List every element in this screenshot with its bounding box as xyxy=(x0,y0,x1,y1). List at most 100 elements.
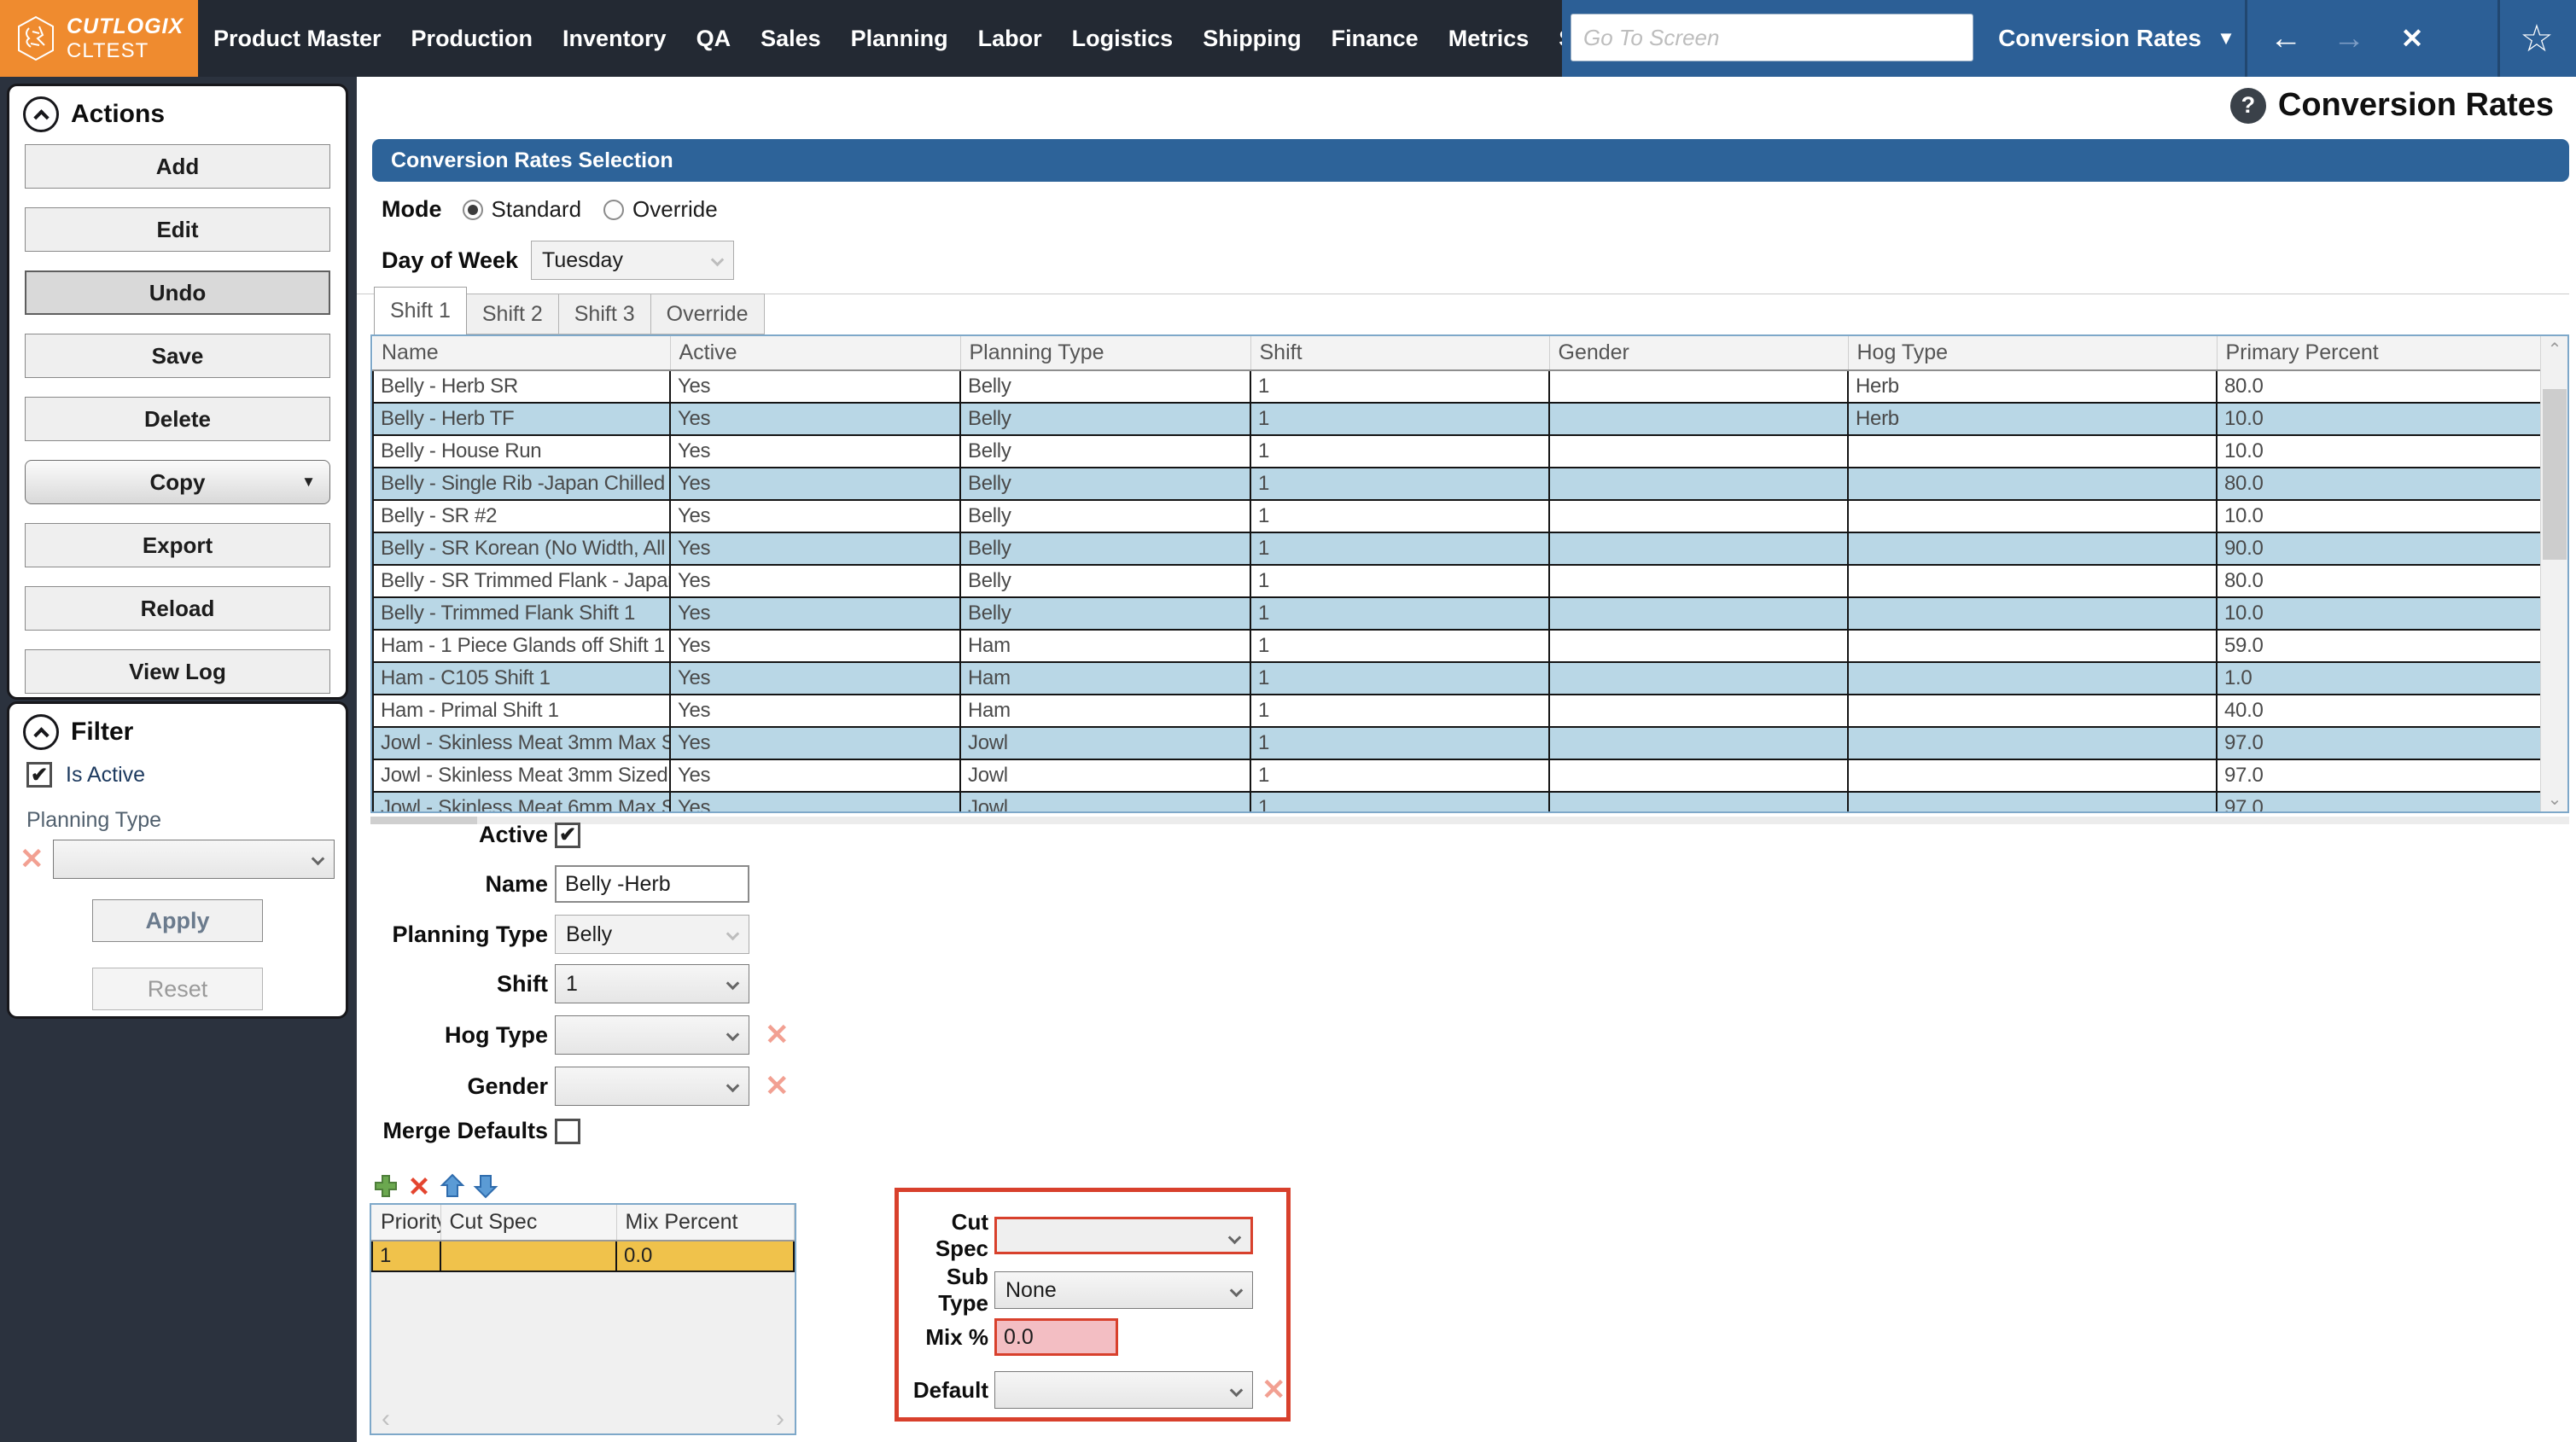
mix-scroll-left-icon[interactable]: ‹ xyxy=(382,1406,390,1432)
table-row[interactable]: Ham - 1 Piece Glands off Shift 1 Yes Ham 1 5… xyxy=(372,629,2542,663)
favorite-star-icon[interactable]: ☆ xyxy=(2511,0,2562,77)
table-cell: Ham xyxy=(959,661,1251,695)
table-row[interactable]: Belly - Single Rib -Japan Chilled S Yes Be… xyxy=(372,467,2542,501)
table-row[interactable]: Belly - Herb SR Yes Belly 1 Herb 80.0 xyxy=(372,369,2542,404)
back-arrow-icon[interactable]: ← xyxy=(2260,0,2311,77)
menu-item-logistics[interactable]: Logistics xyxy=(1072,26,1174,52)
is-active-checkbox[interactable]: ✔ xyxy=(26,762,52,788)
undo-button[interactable]: Undo xyxy=(25,270,330,315)
grid-vertical-scrollbar[interactable]: ⌃ ⌄ xyxy=(2540,336,2567,811)
table-row[interactable]: Ham - Primal Shift 1 Yes Ham 1 40.0 xyxy=(372,694,2542,728)
goto-screen-input[interactable] xyxy=(1571,14,1973,61)
clear-hog-type-icon[interactable]: ✕ xyxy=(765,1020,790,1050)
reload-button[interactable]: Reload xyxy=(25,586,330,631)
radio-override[interactable] xyxy=(603,199,625,220)
edit-button[interactable]: Edit xyxy=(25,207,330,252)
chevron-down-icon xyxy=(726,976,740,991)
mix-column-header-cut-spec[interactable]: Cut Spec xyxy=(440,1205,617,1241)
help-icon[interactable]: ? xyxy=(2229,87,2266,124)
scroll-down-icon[interactable]: ⌄ xyxy=(2541,786,2567,811)
gender-select[interactable] xyxy=(555,1067,749,1106)
view-log-button[interactable]: View Log xyxy=(25,649,330,694)
shift-value: 1 xyxy=(566,971,578,996)
collapse-filter-button[interactable] xyxy=(23,714,59,750)
apply-filter-button[interactable]: Apply xyxy=(92,899,263,942)
planning-type-filter-select[interactable] xyxy=(52,840,335,879)
table-cell xyxy=(1847,694,2218,728)
column-header-gender[interactable]: Gender xyxy=(1549,336,1849,371)
screen-selector-dropdown[interactable]: Conversion Rates ▼ xyxy=(1989,0,2245,77)
table-row[interactable]: Belly - SR Korean (No Width, All I Yes Bel… xyxy=(372,532,2542,566)
move-down-icon[interactable] xyxy=(472,1172,499,1200)
tab-override[interactable]: Override xyxy=(650,294,765,334)
menu-item-sales[interactable]: Sales xyxy=(761,26,821,52)
mix-percent-input[interactable] xyxy=(994,1318,1118,1356)
table-row[interactable]: Belly - SR #2 Yes Belly 1 10.0 xyxy=(372,499,2542,533)
menu-item-shipping[interactable]: Shipping xyxy=(1203,26,1301,52)
tab-shift-1[interactable]: Shift 1 xyxy=(374,287,467,334)
scroll-up-icon[interactable]: ⌃ xyxy=(2541,336,2567,362)
name-input[interactable] xyxy=(555,865,749,903)
clear-gender-icon[interactable]: ✕ xyxy=(765,1072,790,1101)
column-header-name[interactable]: Name xyxy=(373,336,671,371)
column-header-primary-percent[interactable]: Primary Percent xyxy=(2217,336,2542,371)
table-row[interactable]: Belly - Herb TF Yes Belly 1 Herb 10.0 xyxy=(372,402,2542,436)
grid-horizontal-scrollbar[interactable] xyxy=(370,817,2569,824)
default-select[interactable] xyxy=(994,1371,1253,1409)
column-header-active[interactable]: Active xyxy=(670,336,961,371)
add-button[interactable]: Add xyxy=(25,144,330,189)
menu-item-metrics[interactable]: Metrics xyxy=(1448,26,1530,52)
hog-type-select[interactable] xyxy=(555,1015,749,1055)
reset-filter-button[interactable]: Reset xyxy=(92,968,263,1010)
table-row[interactable]: Jowl - Skinless Meat 3mm Sized S Yes Jowl 1… xyxy=(372,759,2542,793)
close-screen-icon[interactable]: ✕ xyxy=(2387,0,2438,77)
tab-shift-3[interactable]: Shift 3 xyxy=(558,294,651,334)
forward-arrow-icon[interactable]: → xyxy=(2323,0,2375,77)
copy-button[interactable]: Copy ▼ xyxy=(25,460,330,504)
table-row[interactable]: Belly - Trimmed Flank Shift 1 Yes Belly 1 10… xyxy=(372,596,2542,631)
table-row[interactable]: Belly - House Run Yes Belly 1 10.0 xyxy=(372,434,2542,468)
menu-item-planning[interactable]: Planning xyxy=(851,26,948,52)
table-cell xyxy=(1548,434,1849,468)
table-row[interactable]: Jowl - Skinless Meat 3mm Max SI Yes Jowl 1 9… xyxy=(372,726,2542,760)
mix-column-header-priority[interactable]: Priority xyxy=(372,1205,441,1241)
planning-type-select[interactable]: Belly xyxy=(555,915,749,954)
menu-item-finance[interactable]: Finance xyxy=(1332,26,1419,52)
menu-item-inventory[interactable]: Inventory xyxy=(562,26,667,52)
mix-table-row[interactable]: 1 0.0 xyxy=(371,1240,795,1272)
add-row-icon[interactable] xyxy=(372,1172,399,1200)
tab-shift-2[interactable]: Shift 2 xyxy=(466,294,559,334)
delete-row-icon[interactable] xyxy=(405,1172,433,1200)
save-button[interactable]: Save xyxy=(25,334,330,378)
mode-option-override[interactable]: Override xyxy=(603,196,718,223)
active-checkbox[interactable]: ✔ xyxy=(555,822,580,848)
table-row[interactable]: Belly - SR Trimmed Flank - Japan Yes Belly… xyxy=(372,564,2542,598)
mode-option-standard[interactable]: Standard xyxy=(462,196,581,223)
shift-select[interactable]: 1 xyxy=(555,964,749,1003)
delete-button[interactable]: Delete xyxy=(25,397,330,441)
collapse-actions-button[interactable] xyxy=(23,96,59,132)
merge-defaults-checkbox[interactable] xyxy=(555,1118,580,1144)
menu-item-labor[interactable]: Labor xyxy=(978,26,1042,52)
table-row[interactable]: Jowl - Skinless Meat 6mm Max SI Yes Jowl 1 9… xyxy=(372,791,2542,811)
chevron-down-icon xyxy=(726,927,740,941)
day-of-week-select[interactable]: Tuesday xyxy=(531,241,734,280)
menu-item-production[interactable]: Production xyxy=(411,26,533,52)
cut-spec-select[interactable] xyxy=(994,1217,1253,1254)
mix-scroll-right-icon[interactable]: › xyxy=(776,1406,784,1432)
column-header-hog-type[interactable]: Hog Type xyxy=(1848,336,2218,371)
menu-item-product-master[interactable]: Product Master xyxy=(213,26,382,52)
column-header-planning-type[interactable]: Planning Type xyxy=(960,336,1251,371)
scrollbar-thumb[interactable] xyxy=(2543,389,2567,560)
column-header-shift[interactable]: Shift xyxy=(1250,336,1550,371)
export-button[interactable]: Export xyxy=(25,523,330,567)
menu-item-qa[interactable]: QA xyxy=(696,26,731,52)
clear-default-icon[interactable]: ✕ xyxy=(1262,1375,1286,1404)
radio-standard[interactable] xyxy=(462,199,483,220)
mix-column-header-mix-percent[interactable]: Mix Percent xyxy=(616,1205,795,1241)
move-up-icon[interactable] xyxy=(439,1172,466,1200)
sub-type-select[interactable]: None xyxy=(994,1271,1253,1309)
clear-planning-type-icon[interactable]: ✕ xyxy=(20,845,44,874)
chevron-down-icon xyxy=(1227,1230,1242,1245)
table-row[interactable]: Ham - C105 Shift 1 Yes Ham 1 1.0 xyxy=(372,661,2542,695)
